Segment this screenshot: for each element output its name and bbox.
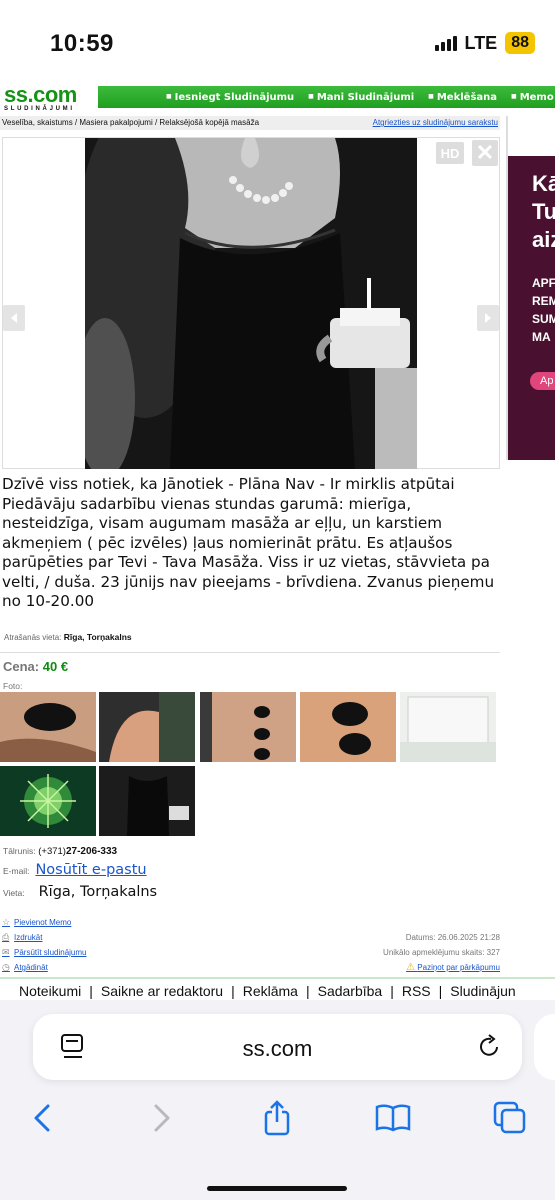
- star-icon: ☆: [2, 917, 11, 927]
- side-ad-banner[interactable]: Kā Tu aiz APF REM SUM MA Ap: [506, 116, 555, 460]
- footer-terms-link[interactable]: Noteikumi: [19, 983, 81, 999]
- location-label: Atrašanās vieta:: [4, 633, 62, 642]
- status-indicators: LTE 88: [434, 32, 535, 54]
- send-email-link[interactable]: Nosūtīt e-pastu: [35, 862, 146, 878]
- footer-contact-link[interactable]: Saikne ar redaktoru: [101, 983, 223, 999]
- warning-icon: ⚠: [406, 962, 416, 973]
- tabs-icon[interactable]: [490, 1100, 530, 1136]
- photo-thumbnail[interactable]: [0, 692, 96, 762]
- place-row: Vieta: Rīga, Torņakalns: [3, 884, 157, 900]
- phone-prefix: (+371): [38, 846, 66, 857]
- forward-icon[interactable]: [142, 1100, 182, 1136]
- ad-top-strip: [508, 116, 555, 156]
- ad-title: Kā Tu aiz: [532, 171, 555, 252]
- footer-divider: [0, 977, 555, 979]
- phone-label: Tālrunis:: [3, 846, 36, 856]
- location-row: Atrašanās vieta: Rīga, Torņakalns: [4, 632, 132, 642]
- reminder-link[interactable]: ◷ Atgādināt: [2, 962, 48, 973]
- site-header: SS.COM SLUDINĀJUMI Iesniegt Sludinājumu …: [0, 84, 555, 112]
- browser-toolbar: ss.com: [0, 1000, 555, 1200]
- reload-icon[interactable]: [477, 1033, 503, 1066]
- photo-thumbnail[interactable]: [99, 766, 195, 836]
- email-label: E-mail:: [3, 866, 30, 876]
- ad-date: Datums: 26.06.2025 21:28: [405, 933, 500, 942]
- nav-search[interactable]: Meklēšana: [428, 92, 497, 103]
- main-nav: Iesniegt Sludinājumu Mani Sludinājumi Me…: [98, 86, 555, 108]
- phone-row: Tālrunis: (+371)27-206-333: [3, 846, 117, 857]
- share-icon[interactable]: [257, 1100, 297, 1136]
- price-row: Cena: 40 €: [3, 659, 68, 674]
- main-photo[interactable]: [85, 138, 417, 469]
- back-to-list-link[interactable]: Atgriezties uz sludinājumu sarakstu: [373, 116, 498, 130]
- footer-ads-list-link[interactable]: Sludinājun: [450, 983, 515, 999]
- status-bar: 10:59 LTE 88: [0, 0, 555, 84]
- nav-my-ads[interactable]: Mani Sludinājumi: [308, 92, 414, 103]
- photo-thumbnail[interactable]: [0, 766, 96, 836]
- site-footer: Noteikumi | Saikne ar redaktoru | Reklāma | Sa…: [19, 983, 516, 999]
- photo-gallery: [2, 137, 500, 469]
- footer-cooperation-link[interactable]: Sadarbība: [318, 983, 383, 999]
- price-value: 40 €: [42, 659, 69, 674]
- photo-thumbnail[interactable]: [300, 692, 396, 762]
- printer-icon: ⎙: [2, 932, 10, 942]
- place-value: Rīga, Torņakalns: [38, 884, 158, 900]
- divider: [0, 652, 500, 653]
- site-logo[interactable]: SS.COM SLUDINĀJUMI: [4, 84, 96, 113]
- location-value: Rīga, Torņakalns: [63, 632, 132, 642]
- footer-ads-link[interactable]: Reklāma: [243, 983, 298, 999]
- forward-ad-link[interactable]: ✉ Pārsūtīt sludinājumu: [2, 947, 86, 958]
- envelope-icon: ✉: [2, 947, 10, 957]
- hd-toggle-button[interactable]: HD: [436, 142, 464, 164]
- print-link[interactable]: ⎙ Izdrukāt: [2, 932, 42, 943]
- photo-thumbnail[interactable]: [400, 692, 496, 762]
- price-label: Cena:: [3, 659, 40, 674]
- breadcrumb-path[interactable]: Veselība, skaistums / Masiera pakalpojum…: [2, 118, 259, 127]
- report-violation-link[interactable]: ⚠ Paziņot par pārkāpumu: [406, 962, 500, 973]
- url-text: ss.com: [242, 1036, 313, 1061]
- breadcrumb: Veselība, skaistums / Masiera pakalpojum…: [0, 116, 500, 130]
- prev-photo-button[interactable]: [3, 305, 25, 331]
- back-icon[interactable]: [22, 1100, 62, 1136]
- status-time: 10:59: [50, 30, 114, 57]
- bookmarks-icon[interactable]: [373, 1100, 413, 1136]
- photo-thumbnail[interactable]: [200, 692, 296, 762]
- next-photo-button[interactable]: [477, 305, 499, 331]
- address-bar[interactable]: ss.com: [33, 1014, 522, 1080]
- email-row: E-mail: Nosūtīt e-pastu: [3, 862, 147, 878]
- photo-thumbnail[interactable]: [99, 692, 195, 762]
- ad-text: APF REM SUM MA: [532, 276, 555, 344]
- next-tab-peek: [534, 1014, 555, 1080]
- ad-button[interactable]: Ap: [530, 372, 555, 390]
- signal-icon: [434, 35, 457, 51]
- photos-label: Foto:: [3, 681, 23, 691]
- network-type: LTE: [464, 32, 498, 53]
- nav-submit-ad[interactable]: Iesniegt Sludinājumu: [166, 92, 295, 103]
- phone-number[interactable]: 27-206-333: [66, 846, 117, 857]
- visit-count: Unikālo apmeklējumu skaits: 327: [383, 948, 500, 957]
- clock-icon: ◷: [2, 962, 10, 972]
- place-label: Vieta:: [3, 888, 25, 898]
- footer-rss-link[interactable]: RSS: [402, 983, 431, 999]
- battery-level: 88: [505, 32, 535, 54]
- nav-memo[interactable]: Memo: [511, 92, 554, 103]
- close-icon[interactable]: ✕: [472, 140, 498, 166]
- home-indicator: [207, 1186, 347, 1191]
- add-memo-link[interactable]: ☆ Pievienot Memo: [2, 917, 71, 928]
- ad-description: Dzīvē viss notiek, ka Jānotiek - Plāna N…: [2, 475, 495, 610]
